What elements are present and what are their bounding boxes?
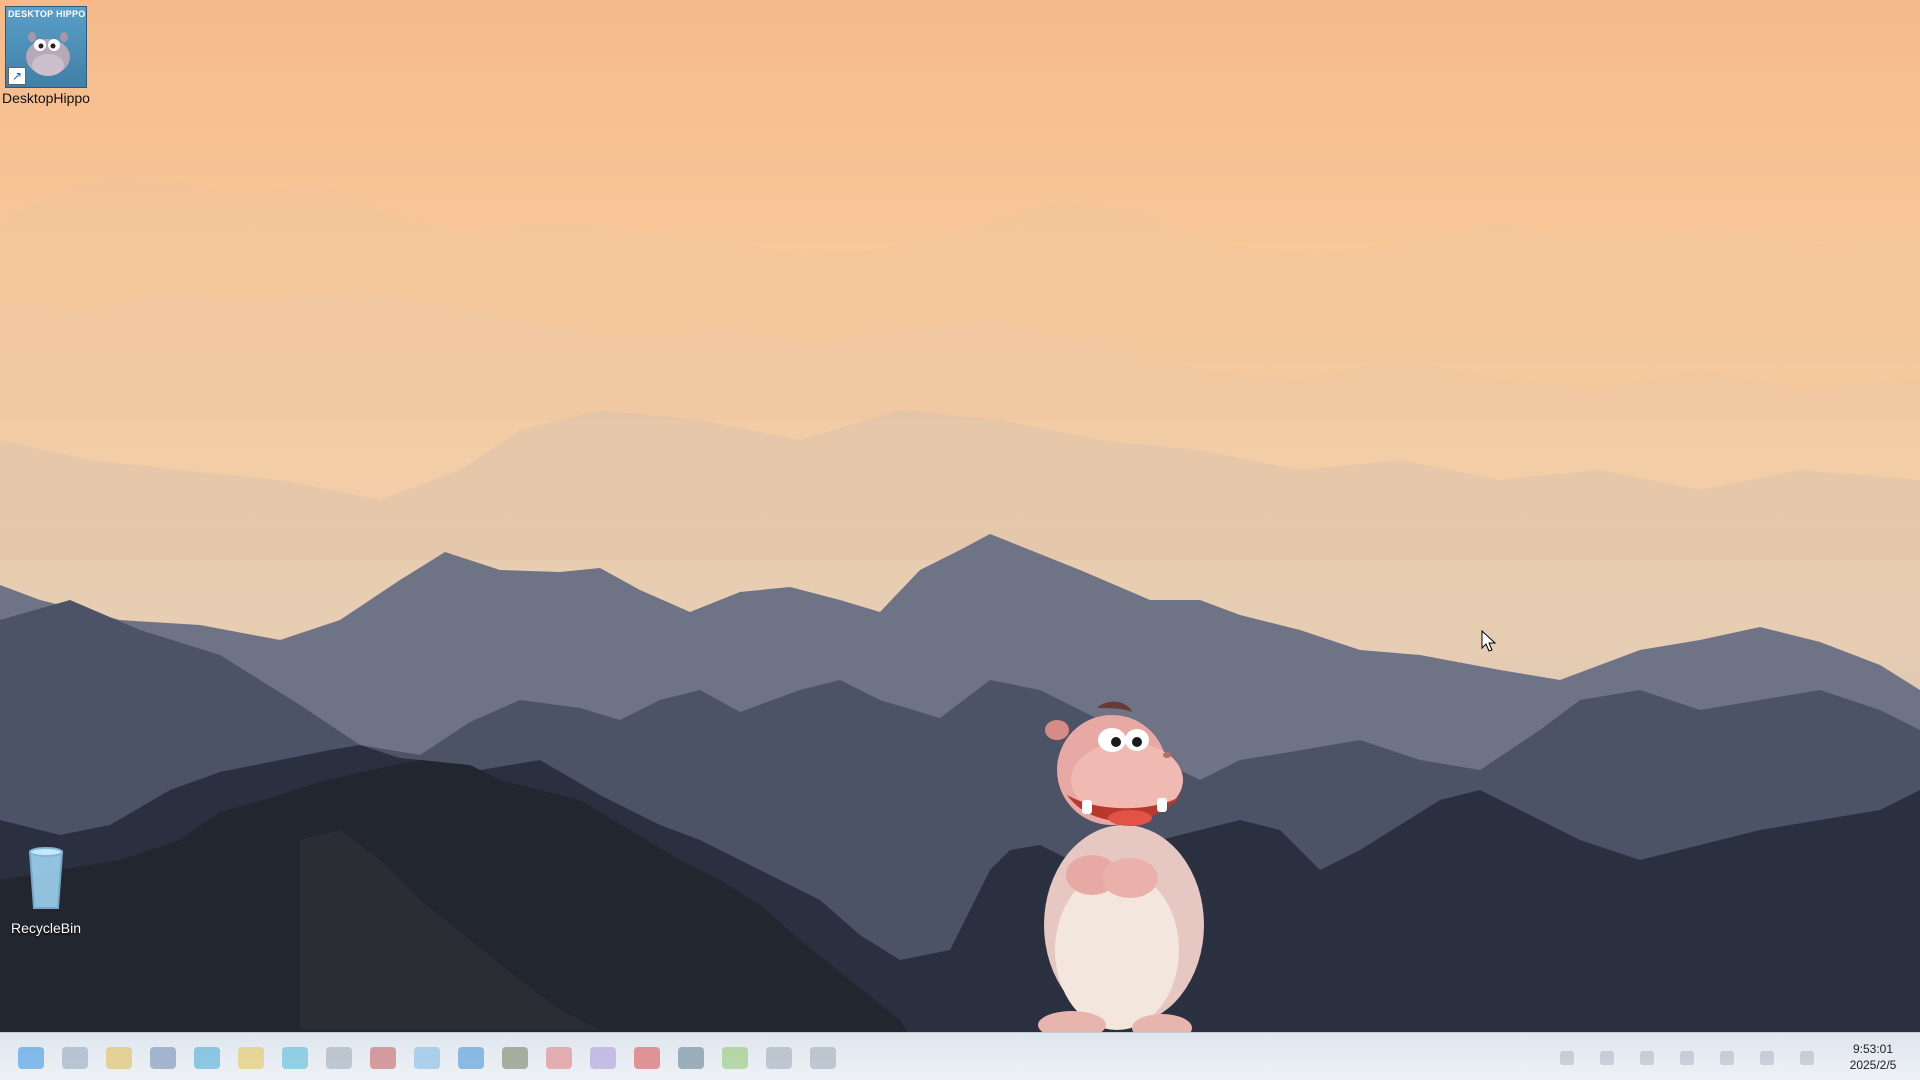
tray-app-icon[interactable] bbox=[1600, 1051, 1614, 1065]
system-tray bbox=[1540, 1043, 1840, 1073]
app-icon[interactable] bbox=[766, 1047, 792, 1069]
app-icon[interactable] bbox=[326, 1047, 352, 1069]
app-icon[interactable] bbox=[810, 1047, 836, 1069]
app-icon[interactable] bbox=[194, 1047, 220, 1069]
clock-date: 2025/2/5 bbox=[1849, 1058, 1897, 1072]
start-icon[interactable] bbox=[18, 1047, 44, 1069]
app-icon[interactable] bbox=[370, 1047, 396, 1069]
app-icon[interactable] bbox=[150, 1047, 176, 1069]
tray-app-icon[interactable] bbox=[1760, 1051, 1774, 1065]
tray-app-icon[interactable] bbox=[1640, 1051, 1654, 1065]
app-icon[interactable] bbox=[546, 1047, 572, 1069]
clock-time: 9:53:01 bbox=[1852, 1042, 1894, 1056]
taskbar-clock[interactable]: 9:53:01 2025/2/5 bbox=[1840, 1041, 1906, 1073]
app-icon[interactable] bbox=[590, 1047, 616, 1069]
desktop-hippo-app-icon: DESKTOP HIPPO ↗ bbox=[5, 6, 87, 88]
taskbar: 9:53:01 2025/2/5 bbox=[0, 1032, 1920, 1080]
desktop-icon-label: DesktopHippo bbox=[2, 90, 90, 106]
mouse-pointer-icon bbox=[1481, 630, 1497, 652]
mountain-wallpaper bbox=[0, 175, 1920, 1080]
tray-app-icon[interactable] bbox=[1720, 1051, 1734, 1065]
app-icon[interactable] bbox=[678, 1047, 704, 1069]
app-icon[interactable] bbox=[282, 1047, 308, 1069]
tray-app-icon[interactable] bbox=[1680, 1051, 1694, 1065]
desktop-icon-label: RecycleBin bbox=[10, 920, 82, 936]
recycle-bin-icon bbox=[6, 838, 86, 918]
app-icon[interactable] bbox=[502, 1047, 528, 1069]
tray-app-icon[interactable] bbox=[1800, 1051, 1814, 1065]
folder-icon[interactable] bbox=[238, 1047, 264, 1069]
tray-app-icon[interactable] bbox=[1560, 1051, 1574, 1065]
app-icon[interactable] bbox=[458, 1047, 484, 1069]
chrome-icon[interactable] bbox=[106, 1047, 132, 1069]
desktop-hippo-shortcut[interactable]: DESKTOP HIPPO ↗ DesktopHippo bbox=[0, 6, 92, 106]
app-icon[interactable] bbox=[634, 1047, 660, 1069]
recycle-bin-shortcut[interactable]: RecycleBin bbox=[0, 838, 92, 936]
search-icon[interactable] bbox=[62, 1047, 88, 1069]
desktop-hippo-character[interactable] bbox=[1012, 700, 1232, 1045]
app-icon[interactable] bbox=[722, 1047, 748, 1069]
desktop[interactable]: DESKTOP HIPPO ↗ DesktopHippo RecycleBin bbox=[0, 0, 1920, 1080]
shortcut-arrow-icon: ↗ bbox=[8, 67, 26, 85]
app-icon[interactable] bbox=[414, 1047, 440, 1069]
